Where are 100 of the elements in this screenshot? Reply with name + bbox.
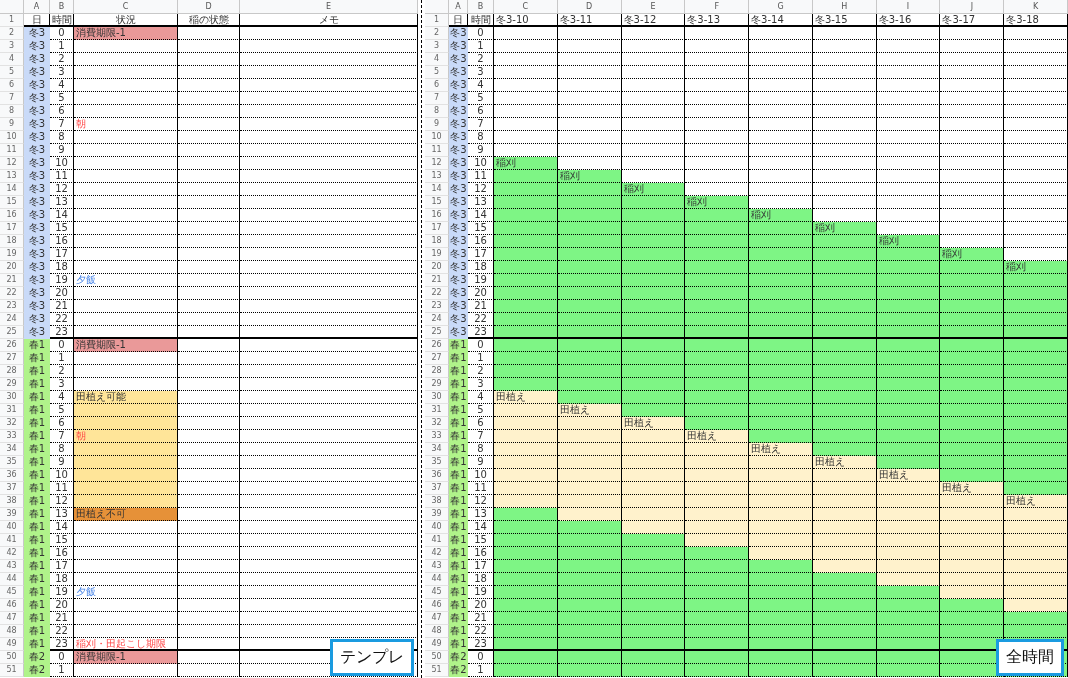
row-number[interactable]: 17 xyxy=(0,222,24,235)
column-header[interactable]: E xyxy=(621,0,686,14)
row-number[interactable]: 5 xyxy=(425,66,449,79)
row-number[interactable]: 46 xyxy=(0,599,24,612)
row-number[interactable]: 24 xyxy=(0,313,24,326)
row-number[interactable]: 25 xyxy=(425,326,449,339)
row-number[interactable]: 4 xyxy=(0,53,24,66)
row-number[interactable]: 43 xyxy=(425,560,449,573)
row-number[interactable]: 13 xyxy=(425,170,449,183)
row-number[interactable]: 23 xyxy=(425,300,449,313)
row-number[interactable]: 38 xyxy=(425,495,449,508)
row-number[interactable]: 36 xyxy=(0,469,24,482)
row-number[interactable]: 39 xyxy=(0,508,24,521)
row-number[interactable]: 28 xyxy=(425,365,449,378)
row-number[interactable]: 10 xyxy=(425,131,449,144)
row-number[interactable]: 30 xyxy=(0,391,24,404)
row-number[interactable]: 9 xyxy=(425,118,449,131)
row-number[interactable]: 32 xyxy=(0,417,24,430)
row-number[interactable]: 11 xyxy=(0,144,24,157)
row-number[interactable]: 4 xyxy=(425,53,449,66)
row-number[interactable]: 20 xyxy=(0,261,24,274)
row-number[interactable]: 11 xyxy=(425,144,449,157)
row-number[interactable]: 23 xyxy=(0,300,24,313)
row-number[interactable]: 3 xyxy=(425,40,449,53)
row-number[interactable]: 38 xyxy=(0,495,24,508)
row-number[interactable]: 28 xyxy=(0,365,24,378)
column-header[interactable]: E xyxy=(240,0,418,14)
row-number[interactable]: 50 xyxy=(425,651,449,664)
row-number[interactable]: 27 xyxy=(0,352,24,365)
row-number[interactable]: 15 xyxy=(0,196,24,209)
corner-cell[interactable] xyxy=(0,0,24,14)
row-number[interactable]: 31 xyxy=(425,404,449,417)
row-number[interactable]: 32 xyxy=(425,417,449,430)
row-number[interactable]: 49 xyxy=(0,638,24,651)
row-number[interactable]: 22 xyxy=(425,287,449,300)
row-number[interactable]: 6 xyxy=(425,79,449,92)
row-number[interactable]: 16 xyxy=(0,209,24,222)
column-header[interactable]: D xyxy=(557,0,622,14)
row-number[interactable]: 50 xyxy=(0,651,24,664)
row-number[interactable]: 6 xyxy=(0,79,24,92)
row-number[interactable]: 13 xyxy=(0,170,24,183)
column-header[interactable]: A xyxy=(449,0,468,14)
row-number[interactable]: 43 xyxy=(0,560,24,573)
column-header[interactable]: C xyxy=(74,0,178,14)
column-header[interactable]: J xyxy=(940,0,1005,14)
row-number[interactable]: 5 xyxy=(0,66,24,79)
column-header[interactable]: F xyxy=(685,0,750,14)
column-header[interactable]: G xyxy=(749,0,813,14)
row-number[interactable]: 44 xyxy=(0,573,24,586)
row-number[interactable]: 19 xyxy=(425,248,449,261)
row-number[interactable]: 8 xyxy=(0,105,24,118)
row-number[interactable]: 51 xyxy=(0,664,24,677)
row-number[interactable]: 41 xyxy=(0,534,24,547)
row-number[interactable]: 2 xyxy=(0,27,24,40)
row-number[interactable]: 26 xyxy=(0,339,24,352)
row-number[interactable]: 25 xyxy=(0,326,24,339)
row-number[interactable]: 34 xyxy=(0,443,24,456)
row-number[interactable]: 42 xyxy=(425,547,449,560)
row-number[interactable]: 40 xyxy=(0,521,24,534)
column-header[interactable]: B xyxy=(50,0,74,14)
row-number[interactable]: 36 xyxy=(425,469,449,482)
row-number[interactable]: 16 xyxy=(425,209,449,222)
row-number[interactable]: 9 xyxy=(0,118,24,131)
row-number[interactable]: 26 xyxy=(425,339,449,352)
row-number[interactable]: 10 xyxy=(0,131,24,144)
row-number[interactable]: 30 xyxy=(425,391,449,404)
row-number[interactable]: 34 xyxy=(425,443,449,456)
column-header[interactable]: K xyxy=(1004,0,1068,14)
row-number[interactable]: 15 xyxy=(425,196,449,209)
row-number[interactable]: 44 xyxy=(425,573,449,586)
row-number[interactable]: 8 xyxy=(425,105,449,118)
row-number[interactable]: 7 xyxy=(0,92,24,105)
row-number[interactable]: 27 xyxy=(425,352,449,365)
row-number[interactable]: 33 xyxy=(0,430,24,443)
row-number[interactable]: 19 xyxy=(0,248,24,261)
row-number[interactable]: 45 xyxy=(0,586,24,599)
row-number[interactable]: 1 xyxy=(0,14,24,27)
row-number[interactable]: 21 xyxy=(425,274,449,287)
row-number[interactable]: 45 xyxy=(425,586,449,599)
row-number[interactable]: 35 xyxy=(0,456,24,469)
row-number[interactable]: 29 xyxy=(0,378,24,391)
row-number[interactable]: 41 xyxy=(425,534,449,547)
row-number[interactable]: 18 xyxy=(0,235,24,248)
row-number[interactable]: 21 xyxy=(0,274,24,287)
row-number[interactable]: 24 xyxy=(425,313,449,326)
row-number[interactable]: 39 xyxy=(425,508,449,521)
row-number[interactable]: 37 xyxy=(0,482,24,495)
row-number[interactable]: 48 xyxy=(0,625,24,638)
row-number[interactable]: 31 xyxy=(0,404,24,417)
row-number[interactable]: 3 xyxy=(0,40,24,53)
row-number[interactable]: 2 xyxy=(425,27,449,40)
row-number[interactable]: 22 xyxy=(0,287,24,300)
corner-cell[interactable] xyxy=(425,0,449,14)
row-number[interactable]: 7 xyxy=(425,92,449,105)
row-number[interactable]: 46 xyxy=(425,599,449,612)
row-number[interactable]: 49 xyxy=(425,638,449,651)
row-number[interactable]: 42 xyxy=(0,547,24,560)
row-number[interactable]: 14 xyxy=(425,183,449,196)
row-number[interactable]: 17 xyxy=(425,222,449,235)
column-header[interactable]: D xyxy=(178,0,240,14)
